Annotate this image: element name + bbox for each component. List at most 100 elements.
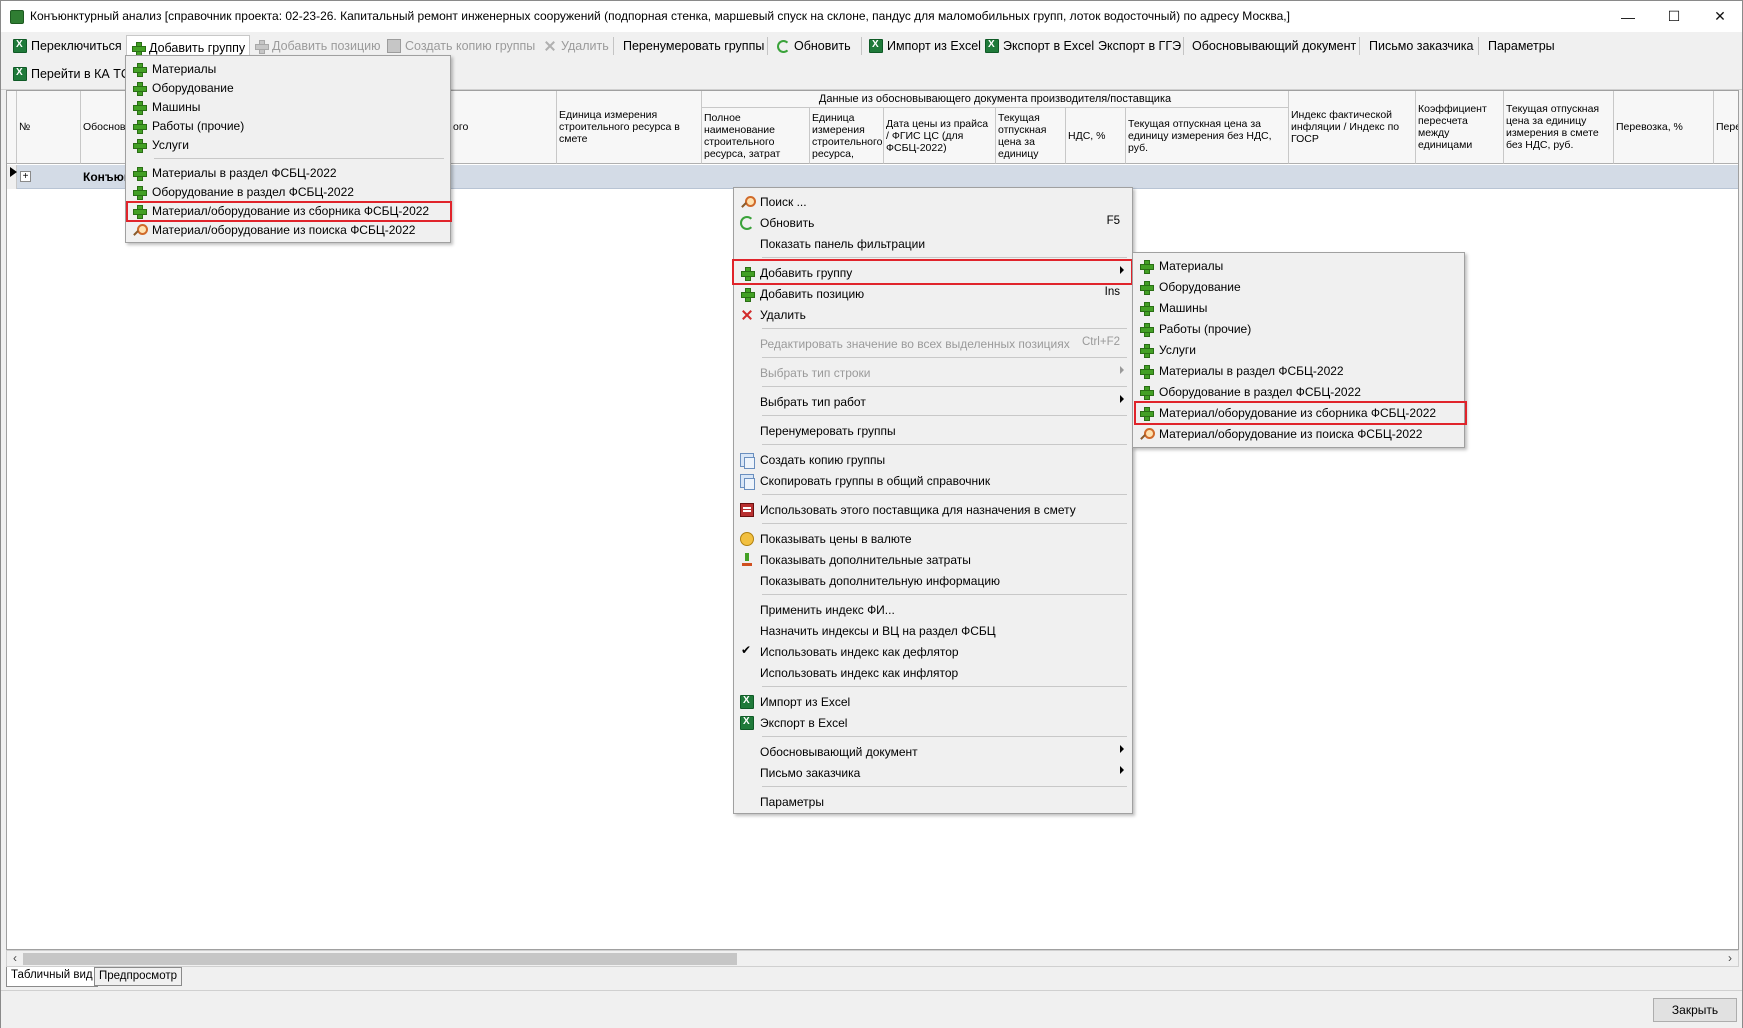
cm-renumber[interactable]: Перенумеровать группы bbox=[736, 421, 1130, 440]
delete-button[interactable]: Удалить bbox=[539, 35, 613, 57]
submenu-item-materials[interactable]: Материалы bbox=[1135, 256, 1223, 275]
minimize-button[interactable]: — bbox=[1605, 1, 1651, 32]
dropdown-item-works[interactable]: Работы (прочие) bbox=[128, 116, 244, 135]
col-current-price[interactable]: Текущая отпускная цена за единицу bbox=[996, 108, 1066, 164]
close-button[interactable]: Закрыть bbox=[1653, 998, 1737, 1022]
dropdown-item-materials-fsbc[interactable]: Материалы в раздел ФСБЦ-2022 bbox=[128, 163, 337, 182]
col-vat[interactable]: НДС, % bbox=[1066, 108, 1126, 164]
cm-justifying-doc[interactable]: Обосновывающий документ bbox=[736, 742, 1130, 761]
cm-show-filter[interactable]: Показать панель фильтрации bbox=[736, 234, 1130, 253]
row-selector[interactable] bbox=[7, 165, 17, 189]
cm-copy-group[interactable]: Создать копию группы bbox=[736, 450, 1130, 469]
cm-refresh[interactable]: Обновить F5 bbox=[736, 213, 1130, 232]
params-button[interactable]: Параметры bbox=[1484, 35, 1559, 57]
close-window-button[interactable]: ✕ bbox=[1697, 1, 1743, 32]
submenu-item-equipment[interactable]: Оборудование bbox=[1135, 277, 1241, 296]
submenu-item-works[interactable]: Работы (прочие) bbox=[1135, 319, 1251, 338]
col-smeta-price[interactable]: Текущая отпускная цена за единицу измере… bbox=[1504, 91, 1614, 164]
plus-icon bbox=[131, 41, 146, 56]
dropdown-item-from-collection[interactable]: Материал/оборудование из сборника ФСБЦ-2… bbox=[128, 201, 429, 220]
delete-label: Удалить bbox=[561, 39, 609, 53]
tab-preview[interactable]: Предпросмотр bbox=[94, 967, 182, 986]
toolbar-separator bbox=[613, 37, 614, 55]
add-group-label: Добавить группу bbox=[149, 41, 246, 55]
dropdown-item-materials[interactable]: Материалы bbox=[128, 59, 216, 78]
submenu-item-label: Материал/оборудование из поиска ФСБЦ-202… bbox=[1159, 426, 1423, 441]
col-pere[interactable]: Пере bbox=[1714, 91, 1738, 164]
cm-use-inflator[interactable]: Использовать индекс как инфлятор bbox=[736, 663, 1130, 682]
goto-ka-button[interactable]: Перейти в КА ТСН bbox=[9, 63, 143, 85]
submenu-item-equipment-fsbc[interactable]: Оборудование в раздел ФСБЦ-2022 bbox=[1135, 382, 1361, 401]
scroll-left-icon[interactable]: ‹ bbox=[7, 951, 23, 966]
scroll-thumb[interactable] bbox=[23, 953, 737, 965]
submenu-item-from-collection[interactable]: Материал/оборудование из сборника ФСБЦ-2… bbox=[1135, 403, 1436, 422]
col-coefficient[interactable]: Коэффициент пересчета между единицами bbox=[1416, 91, 1504, 164]
cm-edit-all[interactable]: Редактировать значение во всех выделенны… bbox=[736, 334, 1130, 353]
cm-show-add-costs[interactable]: Показывать дополнительные затраты bbox=[736, 550, 1130, 569]
col-transport[interactable]: Перевозка, % bbox=[1614, 91, 1714, 164]
dropdown-item-services[interactable]: Услуги bbox=[128, 135, 189, 154]
renumber-button[interactable]: Перенумеровать группы bbox=[619, 35, 768, 57]
group-row-label: Конъюн bbox=[83, 170, 132, 184]
submenu-item-from-search[interactable]: Материал/оборудование из поиска ФСБЦ-202… bbox=[1135, 424, 1422, 443]
cm-add-group[interactable]: Добавить группу bbox=[736, 263, 1130, 282]
export-gge-label: Экспорт в ГГЭ bbox=[1098, 39, 1182, 53]
toolbar-separator bbox=[1359, 37, 1360, 55]
cm-show-currency[interactable]: Показывать цены в валюте bbox=[736, 529, 1130, 548]
col-fullname[interactable]: Полное наименование строительного ресурс… bbox=[702, 108, 810, 164]
cm-assign-indexes[interactable]: Назначить индексы и ВЦ на раздел ФСБЦ bbox=[736, 621, 1130, 640]
cm-params[interactable]: Параметры bbox=[736, 792, 1130, 811]
submenu-item-services[interactable]: Услуги bbox=[1135, 340, 1196, 359]
cm-select-row-type[interactable]: Выбрать тип строки bbox=[736, 363, 1130, 382]
cm-use-supplier[interactable]: Использовать этого поставщика для назнач… bbox=[736, 500, 1130, 519]
import-excel-button[interactable]: Импорт из Excel bbox=[865, 35, 985, 57]
scroll-right-icon[interactable]: › bbox=[1722, 951, 1738, 966]
cm-search[interactable]: Поиск ... bbox=[736, 192, 1130, 211]
cm-apply-index[interactable]: Применить индекс ФИ... bbox=[736, 600, 1130, 619]
export-excel-button[interactable]: Экспорт в Excel bbox=[981, 35, 1098, 57]
col-price-date[interactable]: Дата цены из прайса / ФГИС ЦС (для ФСБЦ-… bbox=[884, 108, 996, 164]
cm-use-deflator[interactable]: Использовать индекс как дефлятор bbox=[736, 642, 1130, 661]
renumber-label: Перенумеровать группы bbox=[623, 39, 765, 53]
maximize-button[interactable]: ☐ bbox=[1651, 1, 1697, 32]
copy-icon bbox=[740, 473, 755, 490]
cm-select-work-type[interactable]: Выбрать тип работ bbox=[736, 392, 1130, 411]
col-unit-resource[interactable]: Единица измерения строительного ресурса, bbox=[810, 108, 884, 164]
export-gge-button[interactable]: Экспорт в ГГЭ bbox=[1094, 35, 1185, 57]
cm-copy-to-common[interactable]: Скопировать группы в общий справочник bbox=[736, 471, 1130, 490]
dropdown-item-equipment-fsbc[interactable]: Оборудование в раздел ФСБЦ-2022 bbox=[128, 182, 354, 201]
submenu-item-machines[interactable]: Машины bbox=[1135, 298, 1207, 317]
horizontal-scrollbar[interactable]: ‹ › bbox=[6, 950, 1739, 967]
cm-label: Импорт из Excel bbox=[760, 694, 851, 709]
cm-export-excel[interactable]: Экспорт в Excel bbox=[736, 713, 1130, 732]
title-bar: Конъюнктурный анализ [справочник проекта… bbox=[1, 1, 1742, 32]
cm-delete[interactable]: Удалить bbox=[736, 305, 1130, 324]
dropdown-item-equipment[interactable]: Оборудование bbox=[128, 78, 234, 97]
col-unit-smeta[interactable]: Единица измерения строительного ресурса … bbox=[557, 91, 702, 164]
add-position-button[interactable]: Добавить позицию bbox=[250, 35, 385, 57]
refresh-button[interactable]: Обновить bbox=[773, 35, 855, 57]
cm-label: Показывать дополнительную информацию bbox=[760, 573, 1001, 588]
col-inflation-index[interactable]: Индекс фактической инфляции / Индекс по … bbox=[1289, 91, 1416, 164]
plus-icon bbox=[132, 81, 147, 96]
dropdown-item-machines[interactable]: Машины bbox=[128, 97, 200, 116]
submenu-item-materials-fsbc[interactable]: Материалы в раздел ФСБЦ-2022 bbox=[1135, 361, 1344, 380]
add-group-submenu: Материалы Оборудование Машины Работы (пр… bbox=[1132, 252, 1467, 448]
switch-button[interactable]: Переключиться bbox=[9, 35, 126, 57]
cm-customer-letter[interactable]: Письмо заказчика bbox=[736, 763, 1130, 782]
cm-show-add-info[interactable]: Показывать дополнительную информацию bbox=[736, 571, 1130, 590]
tab-table-view[interactable]: Табличный вид bbox=[6, 967, 98, 987]
justifying-doc-button[interactable]: Обосновывающий документ bbox=[1188, 35, 1360, 57]
dropdown-item-from-search[interactable]: Материал/оборудование из поиска ФСБЦ-202… bbox=[128, 220, 415, 239]
col-num[interactable]: № bbox=[17, 91, 81, 164]
customer-letter-button[interactable]: Письмо заказчика bbox=[1365, 35, 1478, 57]
dropdown-item-label: Оборудование в раздел ФСБЦ-2022 bbox=[152, 184, 354, 199]
expand-toggle[interactable]: + bbox=[20, 171, 31, 182]
menu-separator bbox=[154, 158, 444, 159]
submenu-arrow-icon bbox=[1120, 266, 1124, 274]
col-price-novat[interactable]: Текущая отпускная цена за единицу измере… bbox=[1126, 108, 1289, 164]
cm-add-position[interactable]: Добавить позицию Ins bbox=[736, 284, 1130, 303]
copy-group-button[interactable]: Создать копию группы bbox=[383, 35, 539, 57]
blank-icon bbox=[740, 395, 754, 409]
cm-import-excel[interactable]: Импорт из Excel bbox=[736, 692, 1130, 711]
